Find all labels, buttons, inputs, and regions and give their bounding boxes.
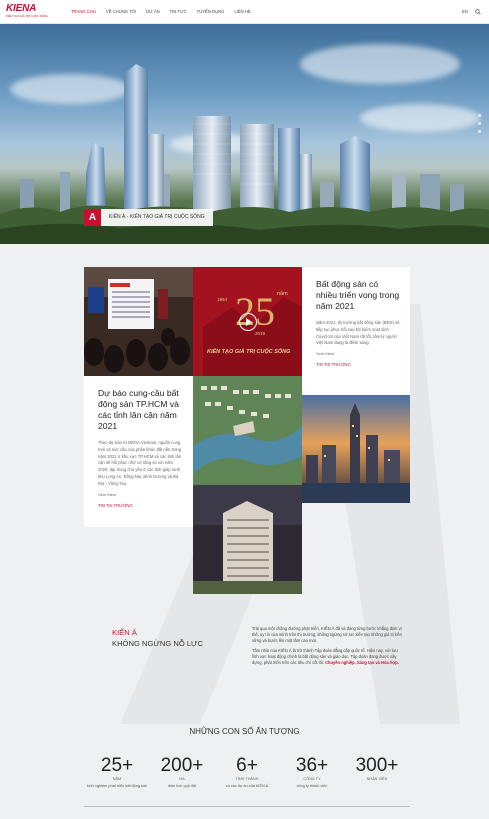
news-card-2[interactable]: Dự báo cung-cầu bất động sản TP.HCM và c…	[84, 376, 193, 527]
intro-paragraph: Tầm nhìn của KIẾN Á là trở thành Tập đoà…	[252, 648, 402, 667]
intro-paragraph: Trải qua một chặng đường phát triển, KIẾ…	[252, 626, 402, 644]
anniversary-unit: năm	[277, 291, 288, 297]
main-nav: TRANG CHỦ VỀ CHÚNG TÔI DỰ ÁN TIN TỨC TUY…	[66, 0, 256, 24]
play-icon[interactable]	[238, 312, 257, 331]
nav-item-contact[interactable]: LIÊN HỆ	[229, 0, 255, 24]
read-more-link[interactable]: Xem thêm	[316, 351, 400, 356]
aerial-illustration	[193, 376, 302, 485]
anniversary-video[interactable]: 2 5 1994 năm 2019 KIẾN TẠO GIÁ TRỊ CUỘC …	[193, 267, 302, 376]
stat-number: 6+	[236, 755, 258, 776]
intro-slogan: KHÔNG NGỪNG NỖ LỰC	[112, 639, 204, 648]
news-card-excerpt: Theo dự báo từ DKRA Vietnam, nguồn cung …	[98, 440, 182, 486]
residential-tower-photo[interactable]	[193, 485, 302, 594]
intro-body: Trải qua một chặng đường phát triển, KIẾ…	[252, 626, 402, 666]
stat-unit: NĂM	[112, 777, 122, 781]
svg-text:5: 5	[255, 289, 275, 334]
hero-logo-mark: A	[84, 209, 101, 226]
intro-brand: KIẾN Á	[112, 628, 137, 637]
nav-item-projects[interactable]: DỰ ÁN	[141, 0, 165, 24]
stat-unit: TÌNH THÀNH	[235, 777, 259, 781]
stat-desc: kinh nghiệm phát triển bất động sản	[86, 784, 148, 788]
stats-divider	[84, 806, 410, 807]
stat-number: 200+	[160, 755, 204, 776]
language-switch[interactable]: EN	[462, 0, 468, 24]
stat-unit: HA	[179, 777, 185, 781]
city-illustration	[302, 395, 410, 503]
stat-desc: có các dự án của KIẾN Á	[225, 784, 269, 788]
city-night-photo[interactable]	[302, 395, 410, 503]
stat-desc: diện tích quỹ đất	[168, 784, 196, 788]
news-card-excerpt: Năm 2021, thị trường bất động sản (BĐS) …	[316, 320, 400, 346]
stats-title: NHỮNG CON SỐ ẤN TƯỢNG	[189, 727, 300, 736]
search-icon[interactable]	[475, 9, 481, 15]
city-skyline	[0, 64, 489, 244]
meeting-illustration	[84, 267, 193, 376]
site-header: KIENA KIẾN TẠO GIÁ TRỊ CUỘC SỐNG TRANG C…	[0, 0, 489, 24]
hero-caption[interactable]: A KIẾN Á - KIẾN TẠO GIÁ TRỊ CUỘC SỐNG	[84, 209, 213, 226]
anniversary-year-end: 2019	[255, 331, 266, 336]
hero-caption-text: KIẾN Á - KIẾN TẠO GIÁ TRỊ CUỘC SỐNG	[101, 209, 213, 226]
news-category[interactable]: TIN THỊ TRƯỜNG	[316, 362, 400, 367]
slider-dot[interactable]	[478, 130, 481, 133]
stat-item: 6+ TÌNH THÀNH có các dự án của KIẾN Á	[212, 756, 282, 790]
aerial-project-photo[interactable]	[193, 376, 302, 485]
stat-item: 36+ CÔNG TY công ty thành viên	[277, 756, 347, 790]
news-card-title[interactable]: Dự báo cung-cầu bất động sản TP.HCM và c…	[98, 388, 183, 432]
stat-number: 36+	[295, 755, 329, 776]
stat-number: 25+	[100, 755, 134, 776]
logo-wordmark: KIENA	[6, 3, 37, 14]
stat-item: 25+ NĂM kinh nghiệm phát triển bất động …	[82, 756, 152, 790]
meeting-photo[interactable]	[84, 267, 193, 376]
stat-unit: NHÂN VIÊN	[366, 777, 388, 781]
nav-item-news[interactable]: TIN TỨC	[165, 0, 192, 24]
nav-item-home[interactable]: TRANG CHỦ	[66, 0, 101, 24]
news-category[interactable]: TIN THỊ TRƯỜNG	[98, 503, 183, 508]
anniversary-slogan: KIẾN TẠO GIÁ TRỊ CUỘC SỐNG	[207, 349, 291, 355]
logo-tagline: KIẾN TẠO GIÁ TRỊ CUỘC SỐNG	[6, 14, 48, 18]
stat-item: 200+ HA diện tích quỹ đất	[147, 756, 217, 790]
stat-desc: công ty thành viên	[296, 784, 328, 788]
nav-item-about[interactable]: VỀ CHÚNG TÔI	[101, 0, 141, 24]
anniversary-year-start: 1994	[217, 297, 228, 302]
read-more-link[interactable]: Xem thêm	[98, 492, 183, 497]
news-card-1[interactable]: Bất động sản có nhiều triển vọng trong n…	[302, 267, 410, 395]
core-values: Chuyên nghiệp, Sáng tạo và Hòa hợp.	[325, 660, 399, 666]
hero-slider-dots	[478, 114, 481, 133]
slider-dot[interactable]	[478, 114, 481, 117]
stat-number: 300+	[355, 755, 399, 776]
brand-logo[interactable]: KIENA KIẾN TẠO GIÁ TRỊ CUỘC SỐNG	[6, 3, 48, 20]
stat-unit: CÔNG TY	[303, 777, 321, 781]
stat-item: 300+ NHÂN VIÊN	[342, 756, 412, 784]
nav-item-careers[interactable]: TUYỂN DỤNG	[192, 0, 230, 24]
slider-dot[interactable]	[478, 122, 481, 125]
news-card-title[interactable]: Bất động sản có nhiều triển vọng trong n…	[316, 279, 400, 312]
tower-illustration	[193, 485, 302, 594]
hero-banner: A KIẾN Á - KIẾN TẠO GIÁ TRỊ CUỘC SỐNG	[0, 24, 489, 244]
